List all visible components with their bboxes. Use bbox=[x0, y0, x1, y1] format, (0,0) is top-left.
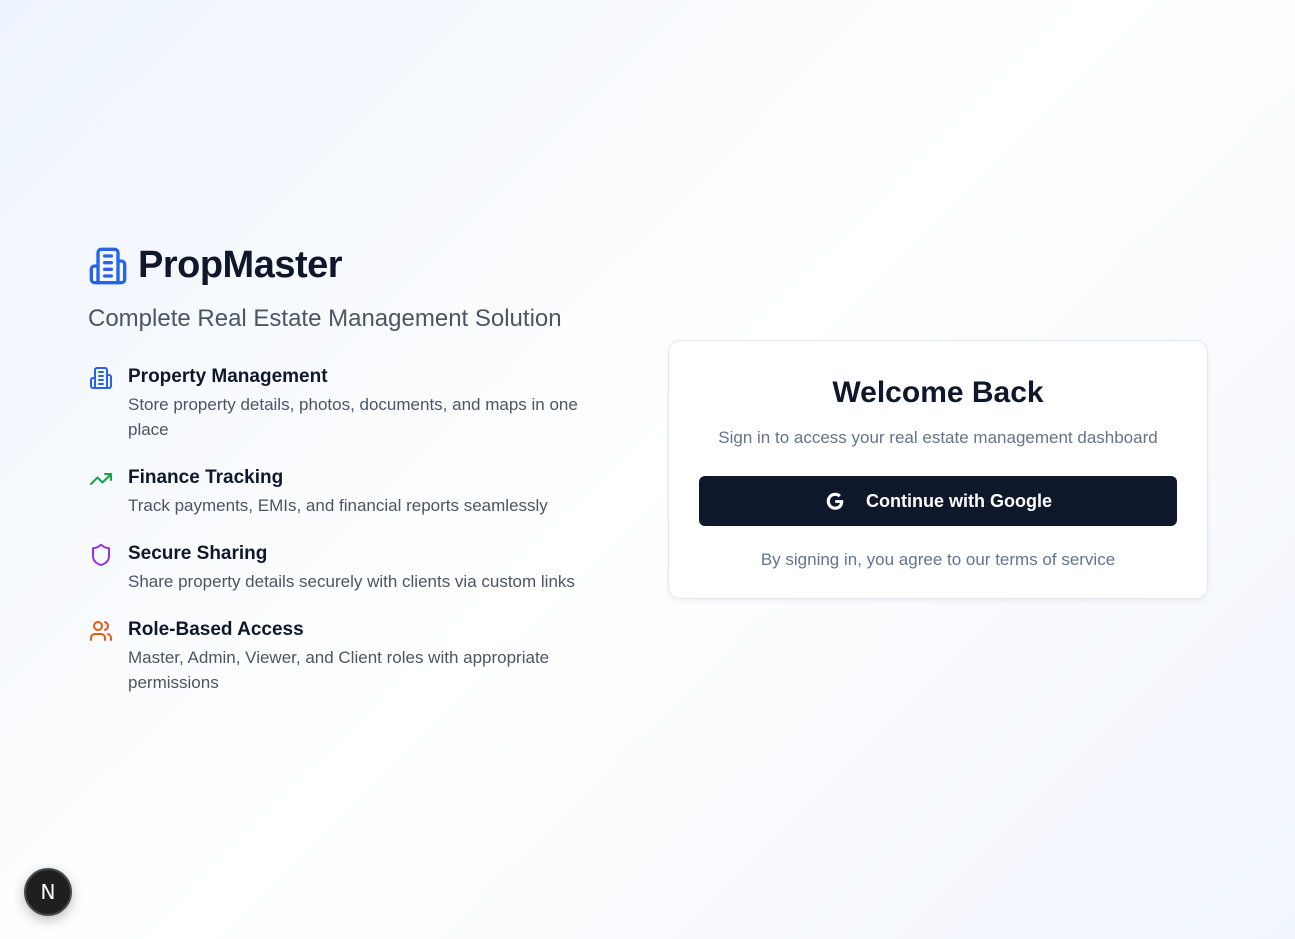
feature-description: Share property details securely with cli… bbox=[128, 572, 575, 591]
continue-with-google-button[interactable]: Continue with Google bbox=[699, 476, 1177, 526]
feature-title: Finance Tracking bbox=[128, 467, 284, 488]
google-button-label: Continue with Google bbox=[866, 490, 1052, 511]
feature-item-secure-sharing: Secure Sharing Share property details se… bbox=[88, 542, 608, 594]
feature-description: Track payments, EMIs, and financial repo… bbox=[128, 496, 548, 515]
building-icon bbox=[88, 246, 128, 286]
feature-title: Property Management bbox=[128, 366, 328, 387]
feature-description: Master, Admin, Viewer, and Client roles … bbox=[128, 648, 550, 692]
feature-item-property-management: Property Management Store property detai… bbox=[88, 365, 608, 442]
brand-header: PropMaster bbox=[88, 244, 608, 287]
nextjs-icon: N bbox=[40, 880, 56, 904]
login-title: Welcome Back bbox=[832, 376, 1044, 409]
login-subtitle: Sign in to access your real estate manag… bbox=[718, 428, 1158, 447]
feature-description: Store property details, photos, document… bbox=[128, 395, 578, 439]
feature-list: Property Management Store property detai… bbox=[88, 365, 608, 695]
google-icon bbox=[824, 490, 846, 512]
feature-item-role-based-access: Role-Based Access Master, Admin, Viewer,… bbox=[88, 618, 608, 695]
feature-item-finance-tracking: Finance Tracking Track payments, EMIs, a… bbox=[88, 466, 608, 518]
shield-icon bbox=[88, 542, 114, 568]
building-icon bbox=[88, 365, 114, 391]
brand-tagline: Complete Real Estate Management Solution bbox=[88, 305, 562, 332]
feature-title: Role-Based Access bbox=[128, 619, 304, 640]
intro-panel: PropMaster Complete Real Estate Manageme… bbox=[88, 244, 608, 695]
trending-up-icon bbox=[88, 466, 114, 492]
nextjs-dev-badge[interactable]: N bbox=[24, 868, 72, 916]
feature-title: Secure Sharing bbox=[128, 543, 268, 564]
brand-name: PropMaster bbox=[138, 244, 343, 286]
login-card: Welcome Back Sign in to access your real… bbox=[668, 340, 1208, 599]
users-icon bbox=[88, 618, 114, 644]
terms-notice: By signing in, you agree to our terms of… bbox=[760, 550, 1116, 569]
